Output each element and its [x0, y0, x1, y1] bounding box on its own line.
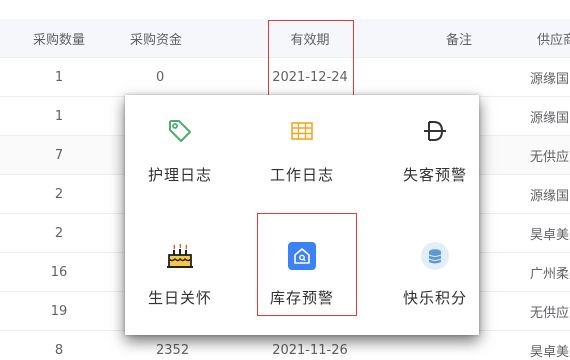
menu-item-label: 快乐积分 — [402, 289, 467, 307]
menu-item-stock-alert[interactable]: 库存预警 — [247, 95, 357, 307]
stage: 采购数量 采购资金 有效期 备注 供应商 1 0 2021-12-24 源缘国际… — [0, 0, 570, 360]
birthday-cake-icon — [165, 241, 195, 271]
cell-expiry: 2021-11-26 — [272, 342, 348, 358]
cell-qty: 7 — [54, 147, 64, 163]
cell-fund: 0 — [156, 69, 165, 85]
header-note[interactable]: 备注 — [400, 19, 480, 57]
cell-qty: 1 — [54, 69, 64, 85]
cell-note — [400, 58, 480, 96]
cell-supplier: 源缘国际 — [530, 188, 570, 204]
cell-fund: 2352 — [156, 342, 190, 358]
table-header: 采购数量 采购资金 有效期 备注 供应商 — [0, 19, 570, 58]
coins-icon — [420, 241, 450, 271]
cell-qty: 19 — [50, 303, 68, 319]
header-expiry[interactable]: 有效期 — [266, 19, 354, 57]
cell-supplier: 无供应商 — [530, 305, 570, 321]
cell-supplier: 无供应商 — [530, 149, 570, 165]
cell-qty: 8 — [54, 342, 64, 358]
cell-supplier: 昊卓美业 — [530, 227, 570, 243]
menu-item-label: 库存预警 — [269, 289, 334, 307]
cell-supplier: 源缘国际 — [530, 71, 570, 87]
cell-qty: 16 — [50, 264, 68, 280]
cell-note — [400, 331, 480, 360]
quick-menu-popup: 护理日志 工作日志 失客预警 生日关怀 库存预警 快乐积分 — [125, 95, 479, 335]
cell-qty: 2 — [54, 186, 64, 202]
house-box-icon — [287, 241, 317, 271]
table-row[interactable]: 8 2352 2021-11-26 昊卓美业 — [0, 331, 570, 360]
header-supplier[interactable]: 供应商 — [537, 19, 570, 57]
cell-qty: 1 — [54, 108, 64, 124]
menu-item-birthday-care[interactable]: 生日关怀 — [125, 95, 235, 307]
menu-item-happy-points[interactable]: 快乐积分 — [380, 95, 479, 307]
cell-supplier: 源缘国际 — [530, 110, 570, 126]
cell-supplier: 昊卓美业 — [530, 344, 570, 360]
table-row[interactable]: 1 0 2021-12-24 源缘国际 — [0, 58, 570, 97]
cell-supplier: 广州柔美 — [530, 266, 570, 282]
header-fund[interactable]: 采购资金 — [118, 19, 208, 57]
menu-item-label: 生日关怀 — [147, 289, 212, 307]
cell-expiry: 2021-12-24 — [272, 69, 348, 85]
header-qty[interactable]: 采购数量 — [0, 19, 118, 57]
cell-qty: 2 — [54, 225, 64, 241]
